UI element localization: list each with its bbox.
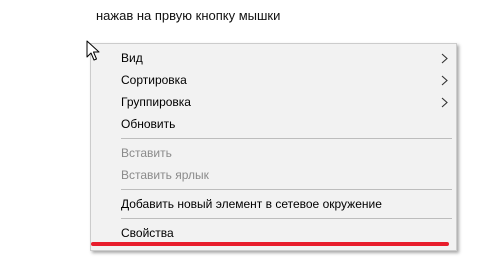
menu-item-add-network-location[interactable]: Добавить новый элемент в сетевое окружен… (91, 193, 456, 215)
menu-separator (121, 218, 452, 219)
mouse-cursor-icon (86, 40, 100, 61)
menu-item-label: Группировка (121, 95, 191, 109)
menu-item-label: Вставить (121, 146, 172, 160)
caption-text: нажав на првую кнопку мышки (96, 8, 281, 23)
chevron-right-icon (441, 53, 448, 64)
menu-item-label: Добавить новый элемент в сетевое окружен… (121, 197, 382, 211)
menu-item-properties[interactable]: Свойства (91, 222, 456, 244)
red-underline-annotation (91, 242, 449, 246)
menu-item-group[interactable]: Группировка (91, 91, 456, 113)
menu-item-refresh[interactable]: Обновить (91, 113, 456, 135)
chevron-right-icon (441, 97, 448, 108)
desktop-context-menu: Вид Сортировка Группировка Обновить Вста… (90, 43, 457, 251)
menu-item-label: Обновить (121, 117, 176, 131)
menu-item-label: Сортировка (121, 73, 187, 87)
menu-separator (121, 138, 452, 139)
menu-item-paste-shortcut: Вставить ярлык (91, 164, 456, 186)
menu-item-paste: Вставить (91, 142, 456, 164)
menu-separator (121, 189, 452, 190)
menu-item-label: Свойства (121, 226, 174, 240)
menu-item-label: Вставить ярлык (121, 168, 209, 182)
chevron-right-icon (441, 75, 448, 86)
menu-item-view[interactable]: Вид (91, 47, 456, 69)
menu-item-sort[interactable]: Сортировка (91, 69, 456, 91)
menu-item-label: Вид (121, 51, 143, 65)
